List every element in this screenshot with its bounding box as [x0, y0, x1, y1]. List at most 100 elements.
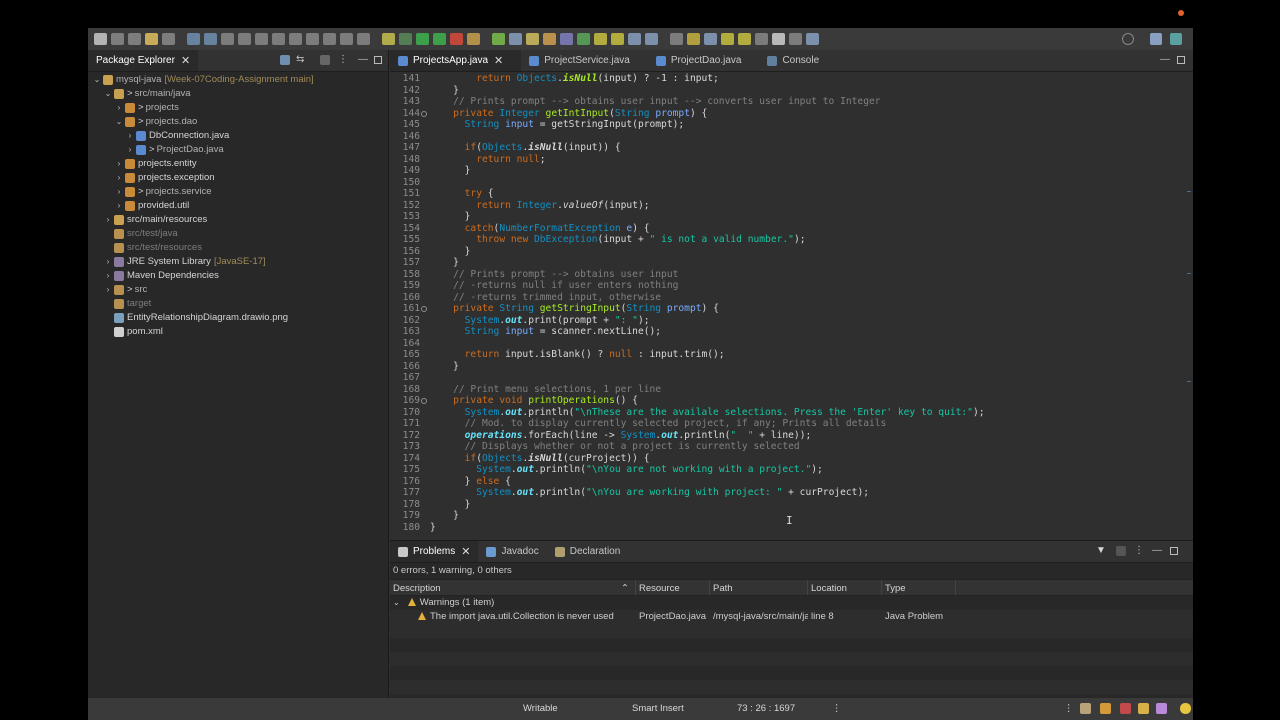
tab-package-explorer[interactable]: Package Explorer ✕: [88, 50, 199, 71]
tree-item[interactable]: ⌄ mysql-java [Week-07Coding-Assignment mai…: [88, 73, 388, 87]
view-menu-icon[interactable]: ⋮: [338, 55, 348, 65]
coverage-icon[interactable]: [450, 33, 463, 45]
drop-frame-icon[interactable]: [340, 33, 353, 45]
problems-view-menu-icon[interactable]: ⋮: [1134, 546, 1144, 556]
column-header-path[interactable]: Path: [710, 580, 808, 595]
open-perspective-icon[interactable]: [1150, 33, 1162, 45]
step-return-icon[interactable]: [323, 33, 336, 45]
close-icon[interactable]: ✕: [181, 54, 190, 67]
use-step-filters-icon[interactable]: [357, 33, 370, 45]
forward-icon[interactable]: [721, 33, 734, 45]
tab-console[interactable]: Console: [759, 50, 837, 71]
status-menu-icon[interactable]: ⋮: [1064, 703, 1074, 714]
pencil-icon[interactable]: [1138, 703, 1149, 714]
problems-maximize-icon[interactable]: [1170, 547, 1178, 555]
code-line[interactable]: 176 } else {: [390, 476, 1193, 488]
code-line[interactable]: 169 private void printOperations() {: [390, 395, 1193, 407]
tree-item[interactable]: › > src: [88, 283, 388, 297]
new-class-icon[interactable]: [526, 33, 539, 45]
minimize-icon[interactable]: —: [358, 55, 368, 65]
toggle-mark-icon[interactable]: [577, 33, 590, 45]
fold-toggle-icon[interactable]: [421, 306, 427, 312]
chevron-right-icon[interactable]: ›: [125, 143, 135, 157]
tree-item[interactable]: › src/main/resources: [88, 213, 388, 227]
chevron-right-icon[interactable]: ›: [103, 269, 113, 283]
run-icon[interactable]: [416, 33, 429, 45]
code-line[interactable]: 159 // -returns null if user enters noth…: [390, 280, 1193, 292]
annotation-prev-icon[interactable]: [611, 33, 624, 45]
chevron-down-icon[interactable]: ⌄: [393, 598, 400, 607]
code-line[interactable]: 163 String input = scanner.nextLine();: [390, 326, 1193, 338]
column-header-location[interactable]: Location: [808, 580, 882, 595]
code-line[interactable]: 157 }: [390, 257, 1193, 269]
code-line[interactable]: 143 // Prints prompt --> obtains user in…: [390, 96, 1193, 108]
code-line[interactable]: 147 if(Objects.isNull(input)) {: [390, 142, 1193, 154]
chevron-down-icon[interactable]: ⌄: [92, 73, 102, 87]
code-line[interactable]: 177 System.out.println("\nYou are workin…: [390, 487, 1193, 499]
code-line[interactable]: 152 return Integer.valueOf(input);: [390, 200, 1193, 212]
build-icon[interactable]: [382, 33, 395, 45]
step-into-icon[interactable]: [289, 33, 302, 45]
debug-icon[interactable]: [399, 33, 412, 45]
editor-minimize-icon[interactable]: —: [1160, 55, 1170, 65]
pin-icon[interactable]: [738, 33, 751, 45]
code-line[interactable]: 173 // Displays whether or not a project…: [390, 441, 1193, 453]
chevron-right-icon[interactable]: ›: [114, 199, 124, 213]
tasks-icon[interactable]: [1120, 703, 1131, 714]
code-line[interactable]: 146: [390, 131, 1193, 143]
external-tools-icon[interactable]: [467, 33, 480, 45]
tree-item[interactable]: › projects.exception: [88, 171, 388, 185]
tree-item[interactable]: ⌄ > projects.dao: [88, 115, 388, 129]
resume-icon[interactable]: [221, 33, 234, 45]
chevron-right-icon[interactable]: ›: [114, 157, 124, 171]
code-line[interactable]: 165 return input.isBlank() ? null : inpu…: [390, 349, 1193, 361]
chevron-right-icon[interactable]: ›: [114, 101, 124, 115]
status-menu-icon[interactable]: ⋮: [832, 703, 842, 714]
code-line[interactable]: 172 operations.forEach(line -> System.ou…: [390, 430, 1193, 442]
git-perspective-icon[interactable]: [789, 33, 802, 45]
new-icon[interactable]: [94, 33, 107, 45]
tree-item[interactable]: › Maven Dependencies: [88, 269, 388, 283]
tree-item[interactable]: › > ProjectDao.java: [88, 143, 388, 157]
run-last-icon[interactable]: [433, 33, 446, 45]
tab-declaration[interactable]: Declaration: [547, 541, 629, 562]
undo-icon[interactable]: [145, 33, 158, 45]
code-line[interactable]: 151 try {: [390, 188, 1193, 200]
insert-mode-status[interactable]: Smart Insert: [632, 703, 684, 714]
global-search-icon[interactable]: [1122, 33, 1134, 45]
block-select-icon[interactable]: [645, 33, 658, 45]
annotation-next-icon[interactable]: [594, 33, 607, 45]
toggle-icon[interactable]: [187, 33, 200, 45]
warnings-group-row[interactable]: ⌄ Warnings (1 item): [390, 596, 1193, 610]
code-line[interactable]: 170 System.out.println("\nThese are the …: [390, 407, 1193, 419]
redo-icon[interactable]: [162, 33, 175, 45]
link-with-editor-icon[interactable]: ⇆: [296, 55, 306, 65]
column-header-description[interactable]: Description ⌃: [390, 580, 636, 595]
tab-javadoc[interactable]: Javadoc: [478, 541, 546, 562]
notification-icon[interactable]: [1156, 703, 1167, 714]
filter-icon[interactable]: [320, 55, 330, 65]
code-line[interactable]: 153 }: [390, 211, 1193, 223]
tip-icon[interactable]: [1080, 703, 1091, 714]
sort-ascending-icon[interactable]: ⌃: [621, 580, 629, 595]
code-line[interactable]: 175 System.out.println("\nYou are not wo…: [390, 464, 1193, 476]
close-icon[interactable]: ✕: [494, 54, 503, 67]
code-line[interactable]: 171 // Mod. to display currently selecte…: [390, 418, 1193, 430]
back-icon[interactable]: [704, 33, 717, 45]
code-line[interactable]: 141 return Objects.isNull(input) ? -1 : …: [390, 73, 1193, 85]
search-icon[interactable]: [560, 33, 573, 45]
code-line[interactable]: 148 return null;: [390, 154, 1193, 166]
perspective-icon[interactable]: [755, 33, 768, 45]
problems-minimize-icon[interactable]: —: [1152, 546, 1162, 556]
tree-item[interactable]: target: [88, 297, 388, 311]
chevron-right-icon[interactable]: ›: [103, 283, 113, 297]
chevron-down-icon[interactable]: ⌄: [114, 115, 124, 129]
code-line[interactable]: 167: [390, 372, 1193, 384]
code-line[interactable]: 156 }: [390, 246, 1193, 258]
fold-toggle-icon[interactable]: [421, 398, 427, 404]
show-whitespace-icon[interactable]: [670, 33, 683, 45]
tree-item[interactable]: src/test/java: [88, 227, 388, 241]
debug-perspective-icon[interactable]: [806, 33, 819, 45]
problem-row[interactable]: The import java.util.Collection is never…: [390, 610, 1193, 624]
last-edit-icon[interactable]: [687, 33, 700, 45]
